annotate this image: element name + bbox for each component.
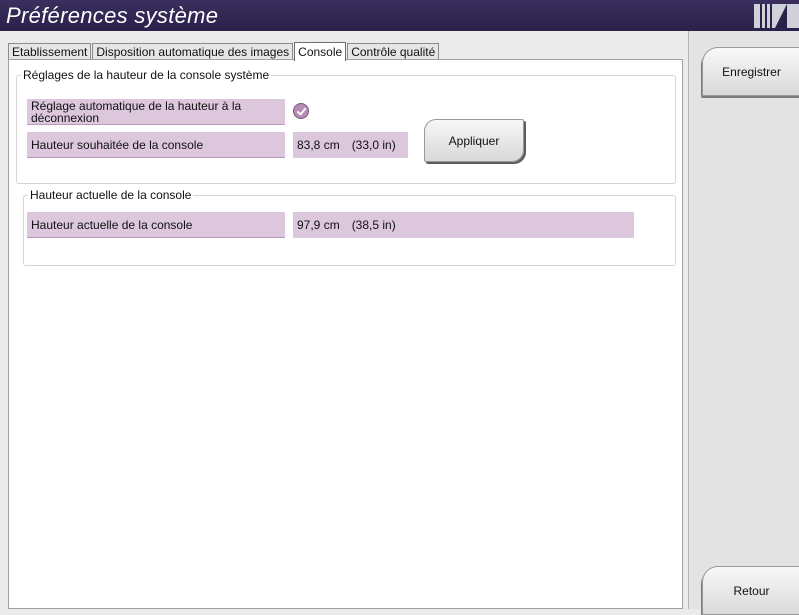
desired-height-value: 83,8 cm (33,0 in) <box>293 132 408 158</box>
current-height-label: Hauteur actuelle de la console <box>27 212 285 238</box>
desired-height-label-text: Hauteur souhaitée de la console <box>31 138 204 152</box>
current-height-group: Hauteur actuelle de la console Hauteur a… <box>23 188 676 266</box>
current-height-label-text: Hauteur actuelle de la console <box>31 218 193 232</box>
apply-button[interactable]: Appliquer <box>424 119 524 162</box>
auto-adjust-label-text: Réglage automatique de la hauteur à la d… <box>31 99 242 125</box>
action-sidebar: Enregistrer Retour <box>688 31 799 615</box>
checkmark-icon <box>296 107 306 115</box>
tab-console[interactable]: Console <box>294 42 347 61</box>
auto-adjust-checkbox[interactable] <box>293 103 309 119</box>
console-tab-panel: Réglages de la hauteur de la console sys… <box>8 59 683 609</box>
title-bar: Préférences système <box>0 0 799 31</box>
preferences-main: Etablissement Disposition automatique de… <box>8 40 683 609</box>
back-button[interactable]: Retour <box>702 566 799 615</box>
tab-disposition-images[interactable]: Disposition automatique des images <box>92 43 294 60</box>
desired-height-label: Hauteur souhaitée de la console <box>27 132 285 158</box>
window-title: Préférences système <box>6 3 219 28</box>
save-button-label: Enregistrer <box>722 64 781 79</box>
height-settings-group: Réglages de la hauteur de la console sys… <box>16 68 676 184</box>
tab-strip: Etablissement Disposition automatique de… <box>8 40 440 61</box>
desired-height-cm: 83,8 cm <box>297 138 340 152</box>
save-button[interactable]: Enregistrer <box>702 47 799 96</box>
apply-button-label: Appliquer <box>448 133 500 148</box>
back-button-label: Retour <box>733 583 770 598</box>
tab-controle-qualite[interactable]: Contrôle qualité <box>347 43 440 60</box>
brand-logo-icon <box>754 4 799 28</box>
auto-adjust-label: Réglage automatique de la hauteur à la d… <box>27 99 285 125</box>
desired-height-in: (33,0 in) <box>351 138 396 152</box>
height-settings-group-title: Réglages de la hauteur de la console sys… <box>21 68 272 82</box>
current-height-cm: 97,9 cm <box>297 218 340 232</box>
current-height-group-title: Hauteur actuelle de la console <box>28 188 194 202</box>
tab-etablissement[interactable]: Etablissement <box>8 43 92 60</box>
current-height-value: 97,9 cm (38,5 in) <box>293 212 634 238</box>
current-height-in: (38,5 in) <box>351 218 396 232</box>
